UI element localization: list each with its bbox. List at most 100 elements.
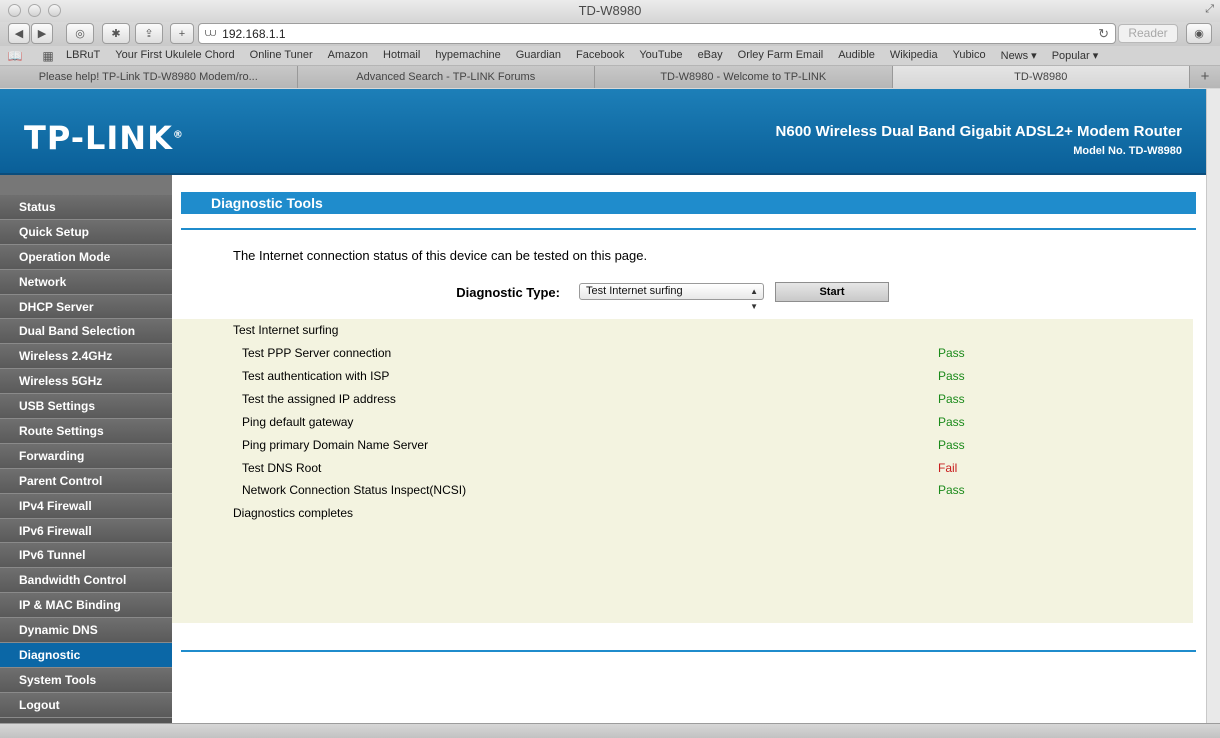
browser-tab[interactable]: Advanced Search - TP-LINK Forums [297, 66, 595, 88]
bookmark-item[interactable]: Yubico [953, 49, 986, 62]
result-test-name: Network Connection Status Inspect(NCSI) [242, 483, 467, 498]
sidebar-item-parent-control[interactable]: Parent Control [0, 468, 172, 494]
sidebar-item-ipv6-tunnel[interactable]: IPv6 Tunnel [0, 543, 172, 569]
bookmark-item[interactable]: Audible [838, 49, 875, 62]
new-tab-button[interactable]: + [170, 23, 194, 44]
sidebar-menu: Status Quick Setup Operation Mode Network DH… [0, 175, 172, 723]
reload-icon[interactable]: ↻ [1098, 26, 1109, 42]
result-test-name: Ping primary Domain Name Server [242, 437, 429, 452]
bookmark-item[interactable]: Facebook [576, 49, 624, 62]
zoom-window-button[interactable] [48, 4, 61, 17]
sidebar-item-operation-mode[interactable]: Operation Mode [0, 244, 172, 270]
result-status: Pass [938, 391, 965, 406]
bookmark-item[interactable]: LBRuT [66, 49, 100, 62]
results-panel: Test Internet surfing Test PPP Server co… [172, 319, 1193, 623]
browser-tab[interactable]: Please help! TP-Link TD-W8980 Modem/ro..… [0, 66, 298, 88]
diagnostic-type-label: Diagnostic Type: [456, 285, 560, 300]
bookmark-item[interactable]: YouTube [639, 49, 682, 62]
bookmark-item[interactable]: Popular ▾ [1052, 49, 1099, 62]
result-status: Pass [938, 437, 965, 452]
top-sites-button[interactable]: ◎ [66, 23, 94, 44]
browser-tab[interactable]: TD-W8980 [892, 66, 1190, 88]
sidebar-item-system-tools[interactable]: System Tools [0, 667, 172, 693]
bookmark-item[interactable]: Wikipedia [890, 49, 938, 62]
result-row: Test authentication with ISP Pass [242, 369, 1042, 391]
sidebar-item-ip-mac-binding[interactable]: IP & MAC Binding [0, 593, 172, 619]
sidebar-item-ipv6-firewall[interactable]: IPv6 Firewall [0, 518, 172, 544]
result-status: Pass [938, 483, 965, 498]
sidebar-item-dual-band-selection[interactable]: Dual Band Selection [0, 319, 172, 345]
bookmark-item[interactable]: Online Tuner [250, 49, 313, 62]
forward-button[interactable]: ▶ [31, 23, 53, 44]
extensions-button[interactable]: ✱ [102, 23, 130, 44]
result-row: Network Connection Status Inspect(NCSI) P… [242, 483, 1042, 505]
intro-text: The Internet connection status of this d… [233, 248, 648, 263]
reader-button[interactable]: Reader [1118, 24, 1178, 43]
sidebar-item-forwarding[interactable]: Forwarding [0, 443, 172, 469]
sidebar-item-logout[interactable]: Logout [0, 692, 172, 718]
site-favicon-icon: ⩊ [205, 27, 217, 39]
bookmark-item[interactable]: Hotmail [383, 49, 420, 62]
share-button[interactable]: ⇪ [135, 23, 163, 44]
share-icon: ⇪ [144, 28, 154, 40]
bookmark-item[interactable]: hypemachine [435, 49, 500, 62]
top-divider [181, 228, 1196, 230]
sidebar-item-usb-settings[interactable]: USB Settings [0, 394, 172, 420]
close-window-button[interactable] [8, 4, 21, 17]
result-row: Test DNS Root Fail [242, 461, 1042, 483]
diagnostic-type-select[interactable]: Test Internet surfing ▲ ▼ [579, 283, 764, 311]
sidebar-item-wireless-5ghz[interactable]: Wireless 5GHz [0, 369, 172, 395]
minimize-window-button[interactable] [28, 4, 41, 17]
page-scrollbar[interactable] [1206, 89, 1220, 723]
tab-bar: Please help! TP-Link TD-W8980 Modem/ro..… [0, 66, 1220, 88]
sidebar-item-route-settings[interactable]: Route Settings [0, 419, 172, 444]
plus-icon: + [178, 27, 186, 40]
bookmark-list: LBRuT Your First Ukulele Chord Online Tune… [66, 49, 1113, 62]
fullscreen-icon[interactable]: ⤢ [1205, 3, 1214, 16]
result-status: Pass [938, 346, 965, 360]
sidebar-item-diagnostic[interactable]: Diagnostic [0, 643, 172, 668]
downloads-button[interactable]: ◉ [1186, 23, 1212, 44]
result-row: Ping primary Domain Name Server Pass [242, 438, 1042, 460]
reading-list-icon[interactable]: 📖 [0, 49, 30, 63]
sidebar-item-dynamic-dns[interactable]: Dynamic DNS [0, 618, 172, 644]
bookmark-item[interactable]: eBay [698, 49, 723, 62]
bookmark-item[interactable]: Guardian [516, 49, 561, 62]
results-footer: Diagnostics completes [233, 506, 354, 520]
result-test-name: Test DNS Root [242, 460, 322, 475]
browser-tab[interactable]: TD-W8980 - Welcome to TP-LINK [595, 66, 893, 88]
result-status: Pass [938, 368, 965, 383]
bookmark-item[interactable]: Orley Farm Email [738, 49, 824, 62]
top-sites-grid-icon[interactable]: ▦ [30, 49, 66, 63]
product-name: N600 Wireless Dual Band Gigabit ADSL2+ M… [775, 123, 1182, 140]
result-test-name: Test PPP Server connection [242, 346, 392, 360]
address-bar[interactable]: ⩊ 192.168.1.1 ↻ [198, 23, 1116, 44]
puzzle-icon: ✱ [111, 28, 121, 40]
sidebar-item-network[interactable]: Network [0, 269, 172, 295]
back-arrow-icon: ◀ [14, 28, 24, 40]
back-button[interactable]: ◀ [8, 23, 30, 44]
section-title: Diagnostic Tools [181, 192, 1196, 214]
bookmark-item[interactable]: Your First Ukulele Chord [115, 49, 234, 62]
sidebar-item-wireless-2-4ghz[interactable]: Wireless 2.4GHz [0, 344, 172, 370]
diagnostic-type-row: Diagnostic Type: Test Internet surfing ▲… [172, 281, 1206, 311]
browser-toolbar: ◀ ▶ ◎ ✱ ⇪ + ⩊ 192.168.1.1 ↻ Reader ◉ [0, 22, 1220, 46]
sidebar-item-status[interactable]: Status [0, 195, 172, 220]
window-titlebar: TD-W8980 ⤢ [0, 0, 1220, 22]
header-banner: TP-LINK® N600 Wireless Dual Band Gigabit… [0, 89, 1206, 175]
bottom-divider [181, 650, 1196, 652]
bookmark-item[interactable]: Amazon [328, 49, 368, 62]
sidebar-item-quick-setup[interactable]: Quick Setup [0, 219, 172, 245]
start-button[interactable]: Start [775, 282, 889, 302]
add-tab-icon[interactable]: + [1190, 66, 1220, 88]
sidebar-item-dhcp-server[interactable]: DHCP Server [0, 294, 172, 320]
result-test-name: Test the assigned IP address [242, 391, 396, 406]
sidebar-item-bandwidth-control[interactable]: Bandwidth Control [0, 568, 172, 594]
tp-link-logo: TP-LINK® [24, 119, 184, 157]
sidebar-item-ipv4-firewall[interactable]: IPv4 Firewall [0, 493, 172, 519]
results-heading: Test Internet surfing [233, 323, 339, 337]
top-sites-icon: ◎ [75, 28, 85, 40]
bookmark-item[interactable]: News ▾ [1001, 49, 1037, 62]
window-controls [8, 4, 61, 17]
result-test-name: Ping default gateway [242, 414, 354, 429]
